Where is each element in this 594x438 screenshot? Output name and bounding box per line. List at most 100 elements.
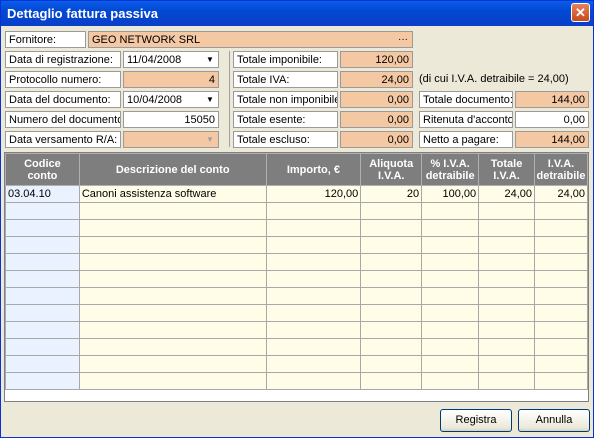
table-cell[interactable] — [421, 270, 480, 288]
table-cell[interactable] — [533, 355, 588, 373]
table-cell[interactable] — [360, 202, 423, 220]
table-cell[interactable] — [360, 321, 423, 339]
table-cell[interactable]: 24,00 — [533, 185, 588, 203]
table-row[interactable]: 03.04.10 Canoni assistenza software 120,00… — [5, 185, 588, 203]
table-cell[interactable] — [478, 304, 535, 322]
table-cell[interactable] — [265, 253, 362, 271]
table-cell[interactable] — [478, 355, 535, 373]
table-cell[interactable] — [478, 236, 535, 254]
numero-documento-input[interactable]: 15050 — [123, 111, 219, 128]
chevron-down-icon[interactable]: ▼ — [203, 93, 217, 106]
table-cell[interactable] — [78, 219, 267, 237]
table-cell[interactable] — [421, 355, 480, 373]
table-cell[interactable] — [360, 253, 423, 271]
table-cell[interactable] — [5, 219, 80, 237]
table-cell[interactable] — [78, 338, 267, 356]
table-cell[interactable] — [478, 219, 535, 237]
registra-button[interactable]: Registra — [440, 409, 512, 432]
table-row[interactable] — [5, 236, 588, 254]
table-cell[interactable] — [78, 321, 267, 339]
table-cell[interactable]: 03.04.10 — [5, 185, 80, 203]
table-cell[interactable] — [5, 372, 80, 390]
table-cell[interactable] — [360, 338, 423, 356]
account-lines-grid[interactable]: Codice conto Descrizione del conto Import… — [4, 152, 589, 402]
table-cell[interactable] — [421, 202, 480, 220]
table-row[interactable] — [5, 202, 588, 220]
table-row[interactable] — [5, 372, 588, 390]
table-cell[interactable] — [265, 304, 362, 322]
table-cell[interactable] — [265, 202, 362, 220]
table-cell[interactable] — [421, 338, 480, 356]
table-cell[interactable] — [5, 287, 80, 305]
table-cell[interactable] — [421, 219, 480, 237]
table-cell[interactable] — [533, 236, 588, 254]
table-cell[interactable] — [5, 236, 80, 254]
table-cell[interactable] — [265, 321, 362, 339]
table-cell[interactable] — [5, 202, 80, 220]
table-cell[interactable] — [78, 304, 267, 322]
table-cell[interactable] — [360, 355, 423, 373]
table-cell[interactable] — [421, 287, 480, 305]
table-cell[interactable] — [360, 236, 423, 254]
table-cell[interactable] — [421, 372, 480, 390]
table-cell[interactable] — [533, 202, 588, 220]
table-cell[interactable] — [265, 372, 362, 390]
table-cell[interactable] — [5, 321, 80, 339]
table-row[interactable] — [5, 338, 588, 356]
table-cell[interactable] — [360, 304, 423, 322]
table-cell[interactable] — [360, 287, 423, 305]
table-cell[interactable]: 20 — [360, 185, 423, 203]
table-cell[interactable] — [265, 236, 362, 254]
table-cell[interactable] — [78, 202, 267, 220]
col-perc-iva-detraibile[interactable]: % I.V.A. detraibile — [421, 153, 480, 186]
table-cell[interactable] — [533, 338, 588, 356]
table-cell[interactable] — [478, 372, 535, 390]
col-descrizione[interactable]: Descrizione del conto — [78, 153, 267, 186]
table-cell[interactable] — [5, 304, 80, 322]
col-importo[interactable]: Importo, € — [265, 153, 362, 186]
annulla-button[interactable]: Annulla — [518, 409, 590, 432]
table-cell[interactable] — [533, 304, 588, 322]
table-cell[interactable]: 120,00 — [265, 185, 362, 203]
data-registrazione-picker[interactable]: 11/04/2008 ▼ — [123, 51, 219, 68]
table-row[interactable] — [5, 355, 588, 373]
table-row[interactable] — [5, 304, 588, 322]
table-cell[interactable] — [533, 270, 588, 288]
table-cell[interactable] — [533, 372, 588, 390]
table-cell[interactable]: Canoni assistenza software — [78, 185, 267, 203]
table-cell[interactable] — [533, 287, 588, 305]
table-row[interactable] — [5, 287, 588, 305]
table-cell[interactable] — [478, 270, 535, 288]
table-cell[interactable] — [78, 355, 267, 373]
table-row[interactable] — [5, 253, 588, 271]
table-cell[interactable] — [478, 321, 535, 339]
table-cell[interactable] — [265, 355, 362, 373]
table-cell[interactable] — [265, 270, 362, 288]
close-icon[interactable]: ✕ — [571, 3, 590, 22]
table-cell[interactable] — [478, 287, 535, 305]
table-cell[interactable] — [5, 270, 80, 288]
table-cell[interactable] — [533, 253, 588, 271]
table-cell[interactable] — [360, 270, 423, 288]
table-row[interactable] — [5, 219, 588, 237]
table-row[interactable] — [5, 321, 588, 339]
fornitore-field[interactable]: GEO NETWORK SRL ··· — [88, 31, 413, 48]
table-cell[interactable] — [478, 202, 535, 220]
table-cell[interactable] — [421, 236, 480, 254]
table-cell[interactable] — [533, 219, 588, 237]
table-cell[interactable] — [360, 372, 423, 390]
col-totale-iva[interactable]: Totale I.V.A. — [478, 153, 535, 186]
table-cell[interactable] — [421, 321, 480, 339]
table-cell[interactable] — [78, 253, 267, 271]
table-cell[interactable]: 24,00 — [478, 185, 535, 203]
col-aliquota-iva[interactable]: Aliquota I.V.A. — [360, 153, 423, 186]
table-cell[interactable] — [421, 304, 480, 322]
table-cell[interactable] — [5, 338, 80, 356]
table-cell[interactable] — [478, 338, 535, 356]
table-cell[interactable] — [265, 219, 362, 237]
table-cell[interactable] — [421, 253, 480, 271]
table-cell[interactable] — [5, 253, 80, 271]
table-cell[interactable] — [78, 287, 267, 305]
table-cell[interactable] — [360, 219, 423, 237]
col-codice-conto[interactable]: Codice conto — [5, 153, 80, 186]
